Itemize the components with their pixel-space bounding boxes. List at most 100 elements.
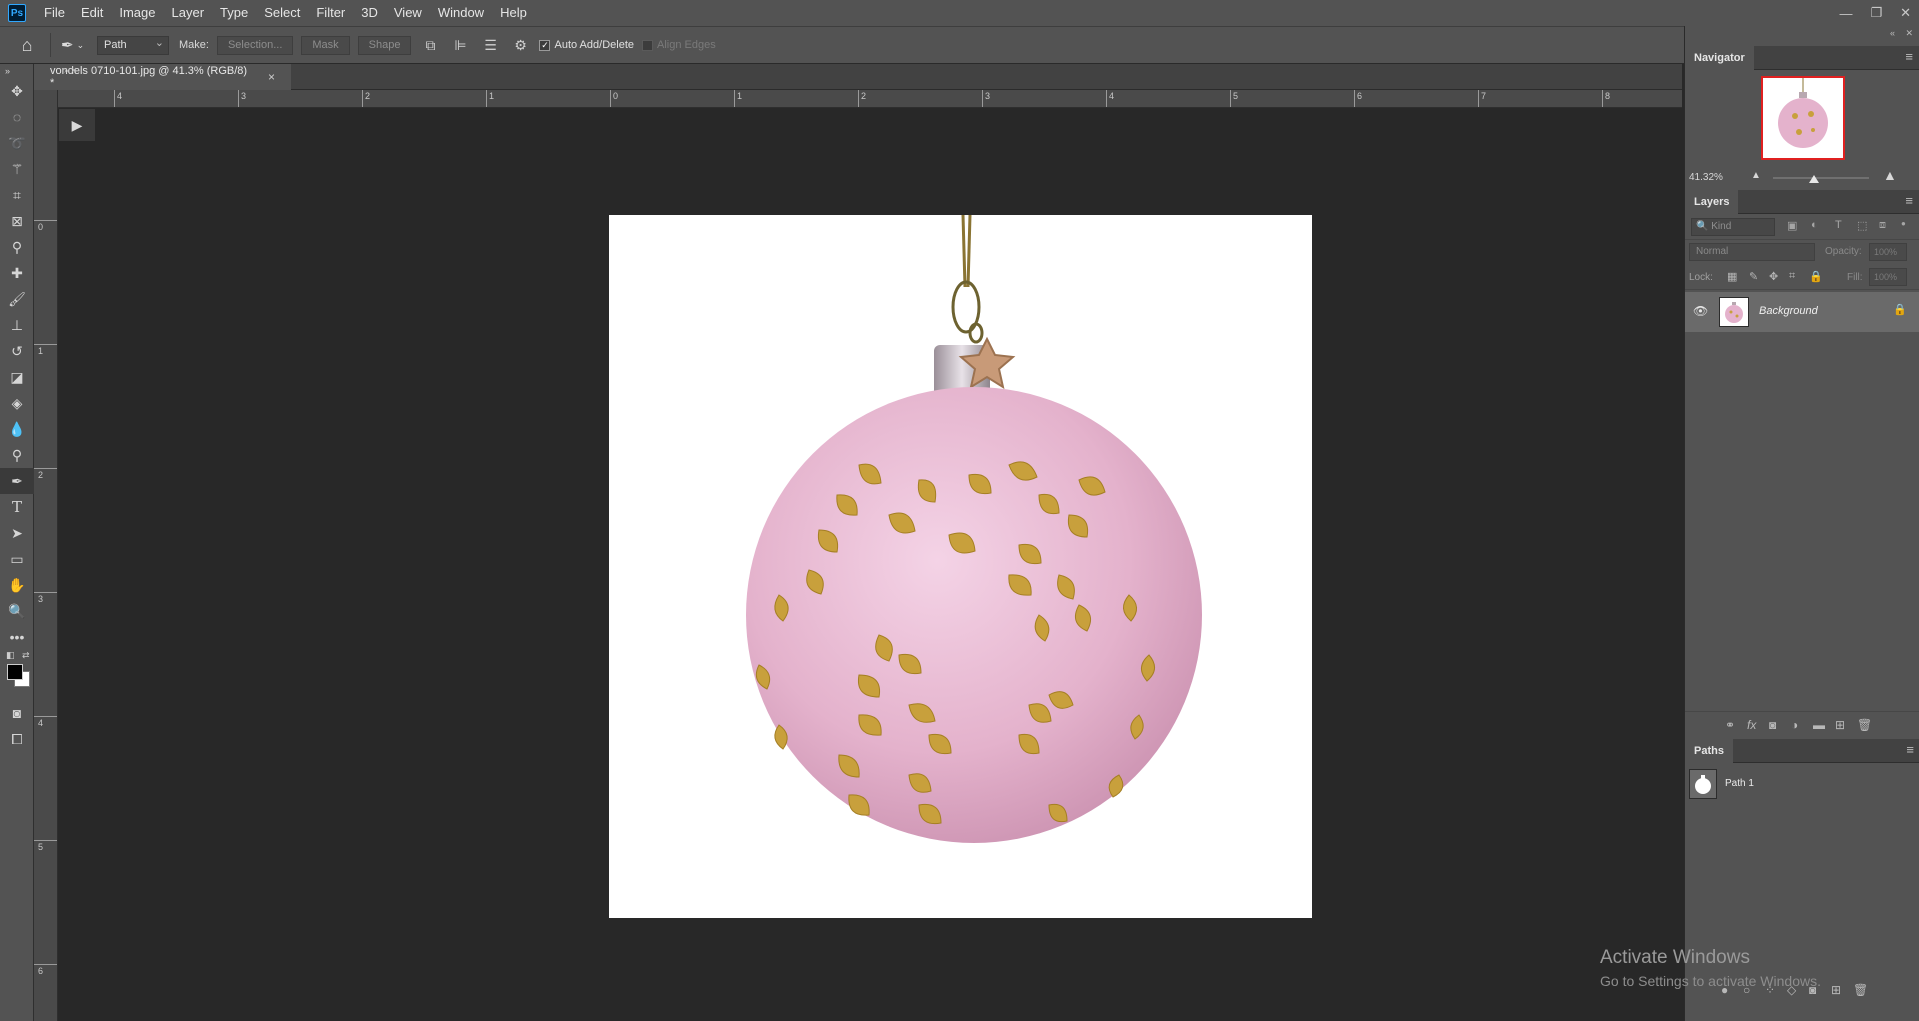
add-mask-icon[interactable]: ◙ bbox=[1769, 718, 1776, 732]
layer-style-icon[interactable]: fx bbox=[1747, 718, 1756, 732]
layer-name[interactable]: Background bbox=[1759, 305, 1818, 317]
frame-tool-icon[interactable]: ⊠ bbox=[0, 208, 34, 234]
make-shape-button[interactable]: Shape bbox=[357, 35, 412, 55]
marquee-tool-icon[interactable]: ◌ bbox=[0, 104, 34, 130]
panel-menu-icon[interactable]: ≡ bbox=[1905, 193, 1913, 208]
auto-add-delete-checkbox[interactable]: ✓ Auto Add/Delete bbox=[539, 39, 634, 51]
eraser-tool-icon[interactable]: ◪ bbox=[0, 364, 34, 390]
play-icon[interactable]: ▶ bbox=[59, 109, 95, 141]
path-row[interactable]: Path 1 bbox=[1685, 767, 1919, 801]
path-name[interactable]: Path 1 bbox=[1725, 778, 1754, 789]
make-mask-button[interactable]: Mask bbox=[301, 35, 350, 55]
panel-menu-icon[interactable]: ≡ bbox=[1905, 49, 1913, 64]
link-layers-icon[interactable]: ⚭ bbox=[1725, 718, 1735, 732]
eyedropper-tool-icon[interactable]: ⚲ bbox=[0, 234, 34, 260]
path-arrangement-icon[interactable]: ☰ bbox=[479, 34, 501, 56]
fill-input[interactable]: 100% bbox=[1869, 268, 1907, 286]
close-icon[interactable]: ✕ bbox=[1900, 5, 1911, 21]
horizontal-ruler[interactable]: 4 3 2 1 0 1 2 3 4 5 6 7 8 bbox=[58, 90, 1682, 108]
lock-all-icon[interactable]: 🔒 bbox=[1809, 270, 1823, 283]
tool-mode-select[interactable]: Path bbox=[97, 35, 169, 55]
clone-stamp-tool-icon[interactable]: ⊥ bbox=[0, 312, 34, 338]
screen-mode-icon[interactable]: ⧠ bbox=[0, 726, 34, 752]
zoom-in-icon[interactable]: ▲ bbox=[1883, 167, 1897, 183]
filter-toggle-icon[interactable]: ● bbox=[1901, 219, 1906, 228]
close-icon[interactable]: × bbox=[268, 70, 275, 84]
filter-shape-icon[interactable]: ⬚ bbox=[1857, 219, 1867, 232]
lock-transparent-icon[interactable]: ▦ bbox=[1727, 270, 1737, 283]
panel-menu-icon[interactable]: ≡ bbox=[1906, 742, 1914, 757]
rectangle-tool-icon[interactable]: ▭ bbox=[0, 546, 34, 572]
hand-tool-icon[interactable]: ✋ bbox=[0, 572, 34, 598]
restore-icon[interactable]: ❐ bbox=[1870, 5, 1882, 21]
dodge-tool-icon[interactable]: ⚲ bbox=[0, 442, 34, 468]
lasso-tool-icon[interactable]: ➰ bbox=[0, 130, 34, 156]
zoom-slider[interactable] bbox=[1773, 177, 1869, 179]
new-layer-icon[interactable]: ⊞ bbox=[1835, 718, 1845, 732]
path-operations-icon[interactable]: ⧉ bbox=[419, 34, 441, 56]
move-tool-icon[interactable]: ✥ bbox=[0, 78, 34, 104]
menu-help[interactable]: Help bbox=[492, 0, 535, 26]
lock-image-icon[interactable]: ✎ bbox=[1749, 270, 1758, 283]
zoom-percent[interactable]: 41.32% bbox=[1689, 172, 1723, 183]
adjustment-layer-icon[interactable]: ◑ bbox=[1791, 718, 1798, 732]
type-tool-icon[interactable]: T bbox=[0, 494, 34, 520]
minimize-icon[interactable]: — bbox=[1839, 6, 1852, 21]
lock-artboard-icon[interactable]: ⌗ bbox=[1789, 270, 1795, 283]
menu-view[interactable]: View bbox=[386, 0, 430, 26]
foreground-color-swatch[interactable] bbox=[7, 664, 23, 680]
healing-brush-tool-icon[interactable]: ✚ bbox=[0, 260, 34, 286]
gear-icon[interactable]: ⚙ bbox=[509, 34, 531, 56]
navigator-thumbnail[interactable] bbox=[1761, 76, 1845, 160]
history-brush-tool-icon[interactable]: ↺ bbox=[0, 338, 34, 364]
menu-window[interactable]: Window bbox=[430, 0, 492, 26]
new-group-icon[interactable]: ▬ bbox=[1813, 718, 1825, 732]
menu-type[interactable]: Type bbox=[212, 0, 256, 26]
zoom-tool-icon[interactable]: 🔍 bbox=[0, 598, 34, 624]
home-icon[interactable]: ⌂ bbox=[14, 32, 40, 58]
filter-smart-object-icon[interactable]: ⧈ bbox=[1879, 219, 1886, 232]
filter-pixel-icon[interactable]: ▣ bbox=[1787, 219, 1797, 232]
menu-layer[interactable]: Layer bbox=[164, 0, 213, 26]
more-tools-icon[interactable]: ••• bbox=[0, 624, 34, 650]
menu-filter[interactable]: Filter bbox=[308, 0, 353, 26]
menu-file[interactable]: File bbox=[36, 0, 73, 26]
tab-navigator[interactable]: Navigator bbox=[1685, 46, 1754, 70]
canvas-area[interactable]: ▶ bbox=[58, 108, 1682, 1021]
delete-path-icon[interactable]: 🗑 bbox=[1853, 983, 1868, 997]
layer-row[interactable]: 👁 Background 🔒 bbox=[1685, 292, 1919, 332]
blur-tool-icon[interactable]: 💧 bbox=[0, 416, 34, 442]
vertical-ruler[interactable]: 0 1 2 3 4 5 6 bbox=[34, 90, 58, 1021]
menu-3d[interactable]: 3D bbox=[353, 0, 386, 26]
quick-mask-icon[interactable]: ◙ bbox=[0, 700, 34, 726]
align-edges-checkbox[interactable]: Align Edges bbox=[642, 39, 716, 51]
pen-tool-icon[interactable]: ✒ bbox=[0, 468, 34, 494]
opacity-input[interactable]: 100% bbox=[1869, 243, 1907, 261]
tab-paths[interactable]: Paths bbox=[1685, 739, 1733, 763]
lock-position-icon[interactable]: ✥ bbox=[1769, 270, 1778, 283]
menu-image[interactable]: Image bbox=[111, 0, 163, 26]
document-image[interactable] bbox=[609, 214, 1312, 918]
new-path-icon[interactable]: ⊞ bbox=[1831, 983, 1841, 997]
panel-collapse-icon[interactable]: » ✕ bbox=[64, 66, 77, 75]
zoom-slider-handle[interactable] bbox=[1809, 175, 1819, 183]
delete-layer-icon[interactable]: 🗑 bbox=[1857, 718, 1872, 732]
default-colors-icon[interactable]: ◧ bbox=[6, 650, 15, 661]
zoom-out-icon[interactable]: ▲ bbox=[1751, 170, 1761, 181]
paint-bucket-tool-icon[interactable]: ◈ bbox=[0, 390, 34, 416]
crop-tool-icon[interactable]: ⌗ bbox=[0, 182, 34, 208]
path-alignment-icon[interactable]: ⊫ bbox=[449, 34, 471, 56]
close-panels-icon[interactable]: ✕ bbox=[1905, 28, 1913, 39]
brush-tool-icon[interactable]: 🖌 bbox=[0, 286, 34, 312]
blend-mode-select[interactable]: Normal bbox=[1689, 243, 1815, 261]
filter-adjustment-icon[interactable]: ◐ bbox=[1811, 219, 1818, 231]
filter-type-icon[interactable]: T bbox=[1835, 219, 1842, 231]
toolbar-collapse-icon[interactable]: » bbox=[0, 64, 34, 78]
tab-layers[interactable]: Layers bbox=[1685, 190, 1739, 214]
make-selection-button[interactable]: Selection... bbox=[216, 35, 294, 55]
eye-icon[interactable]: 👁 bbox=[1693, 304, 1708, 318]
menu-select[interactable]: Select bbox=[256, 0, 308, 26]
path-selection-tool-icon[interactable]: ➤ bbox=[0, 520, 34, 546]
swap-colors-icon[interactable]: ⇄ bbox=[22, 650, 30, 661]
magic-wand-tool-icon[interactable]: ⚚ bbox=[0, 156, 34, 182]
